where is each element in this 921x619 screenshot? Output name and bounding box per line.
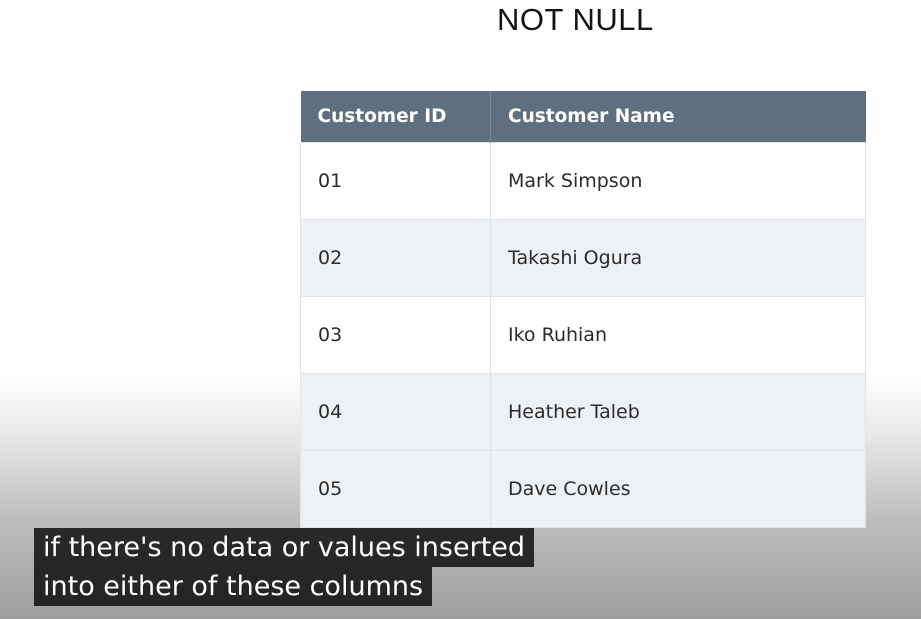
customer-id-cell: 03	[300, 295, 491, 374]
caption-line: if there's no data or values inserted	[34, 528, 535, 567]
slide-title: NOT NULL	[497, 2, 654, 37]
column-header-customer-name: Customer Name	[490, 91, 866, 142]
customer-name-cell: Takashi Ogura	[490, 218, 866, 297]
table-row: 04 Heather Taleb	[300, 372, 866, 451]
table-row: 05 Dave Cowles	[300, 449, 866, 528]
customer-name-cell: Iko Ruhian	[490, 295, 866, 374]
caption-line: into either of these columns	[34, 567, 433, 606]
customer-id-cell: 05	[300, 449, 491, 528]
table-row: 01 Mark Simpson	[300, 141, 866, 220]
customer-table: Customer ID Customer Name 01 Mark Simpso…	[300, 91, 866, 528]
table-row: 03 Iko Ruhian	[300, 295, 866, 374]
customer-id-cell: 04	[300, 372, 491, 451]
customer-id-cell: 01	[300, 141, 491, 220]
table-header-row: Customer ID Customer Name	[300, 91, 866, 142]
customer-name-cell: Heather Taleb	[490, 372, 866, 451]
video-frame: NOT NULL Customer ID Customer Name 01 Ma…	[0, 0, 921, 619]
subtitle-captions: if there's no data or values inserted in…	[34, 528, 535, 606]
customer-id-cell: 02	[300, 218, 491, 297]
column-header-customer-id: Customer ID	[300, 91, 491, 142]
customer-name-cell: Dave Cowles	[490, 449, 866, 528]
table-row: 02 Takashi Ogura	[300, 218, 866, 297]
customer-name-cell: Mark Simpson	[490, 141, 866, 220]
